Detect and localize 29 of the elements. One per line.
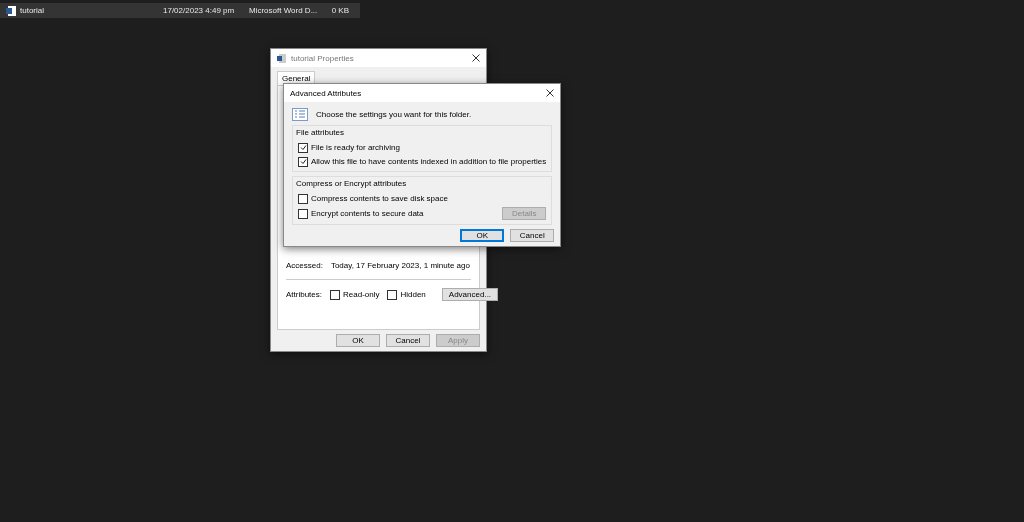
checkbox[interactable]: Hidden [387, 289, 426, 300]
checkbox[interactable]: Allow this file to have contents indexed in addition to file properties [298, 156, 547, 167]
description-text: Choose the settings you want for this folder. [316, 110, 472, 119]
file-size: 0 KB [330, 5, 349, 16]
checkbox[interactable]: Read-only [330, 289, 380, 300]
checkbox[interactable]: File is ready for archiving [298, 142, 547, 153]
close-icon[interactable] [546, 89, 555, 97]
group-title: File attributes [296, 128, 346, 137]
advanced-button[interactable]: Advanced... [441, 288, 499, 301]
file-name: tutorial [20, 5, 45, 16]
document-icon [6, 5, 16, 16]
checkbox[interactable]: Encrypt contents to secure data [298, 208, 424, 219]
document-icon [277, 53, 286, 63]
modified-date: 17/02/2023 4:49 pm [163, 5, 236, 16]
dialog-button[interactable]: OK [336, 334, 380, 347]
field-label: Accessed: [286, 260, 323, 271]
field-value: Today, 17 February 2023, 1 minute ago [330, 261, 470, 270]
dialog-button[interactable]: Cancel [510, 229, 555, 242]
field-label: Attributes: [286, 289, 322, 300]
file-row[interactable]: tutorial 17/02/2023 4:49 pm Microsoft Word D... 0 KB [0, 3, 360, 18]
checkbox[interactable]: Compress contents to save disk space [298, 193, 547, 204]
dialog-button[interactable]: Cancel [386, 334, 430, 347]
group-title: Compress or Encrypt attributes [296, 179, 408, 188]
window-title: tutorial Properties [291, 53, 355, 63]
list-icon [292, 108, 308, 121]
close-icon[interactable] [472, 54, 480, 62]
file-type: Microsoft Word D... [249, 5, 319, 16]
dialog-title: Advanced Attributes [290, 88, 363, 98]
dialog-button[interactable]: OK [460, 229, 505, 242]
